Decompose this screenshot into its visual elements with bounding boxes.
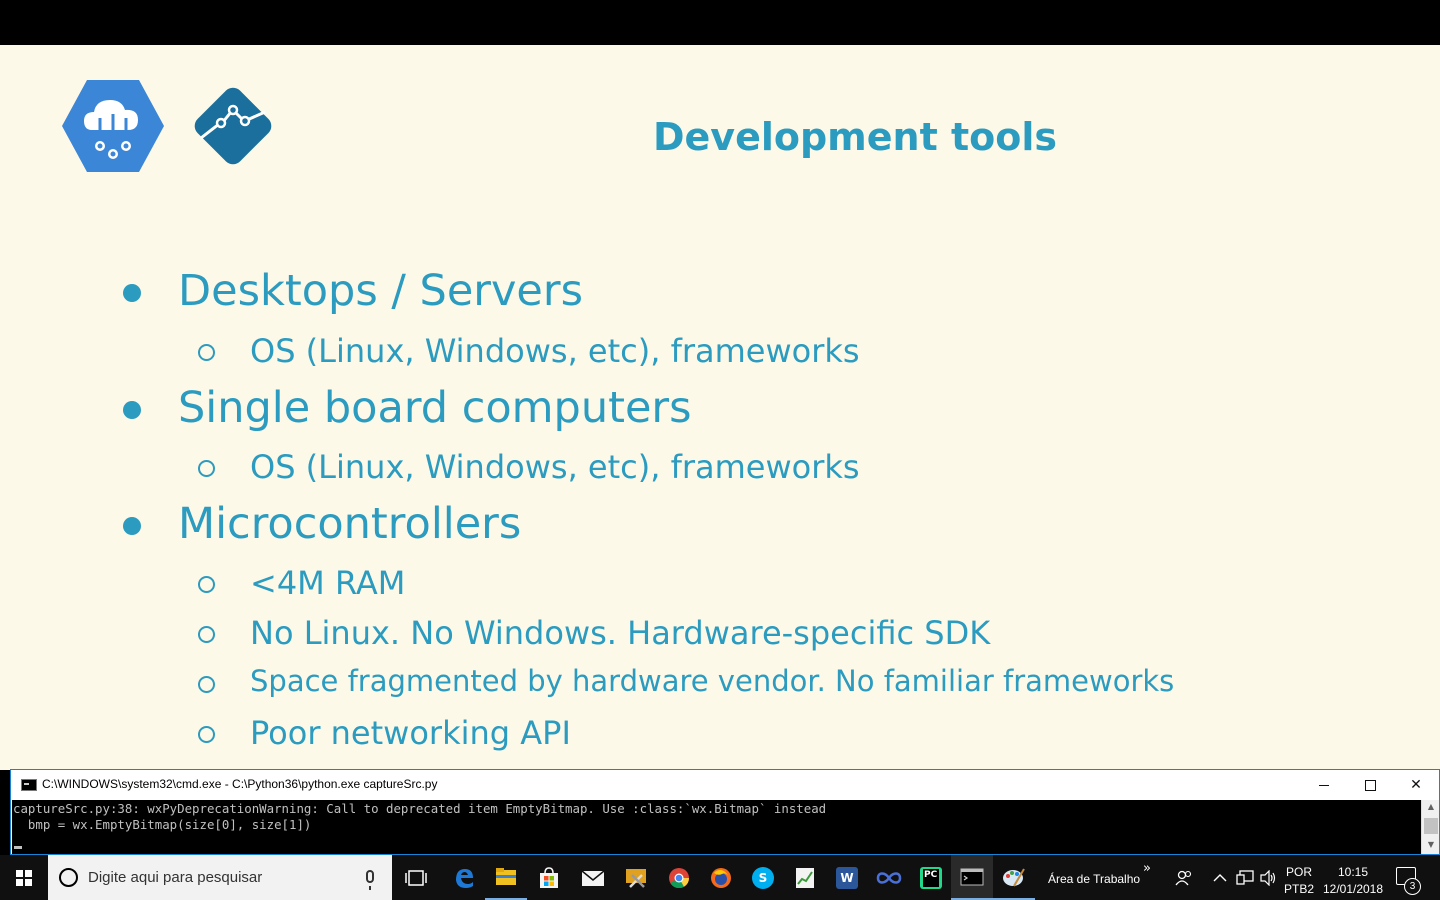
taskbar-app-explorer[interactable] [485, 855, 527, 900]
bullet-circle-icon [198, 726, 215, 743]
cmd-console-output[interactable]: captureSrc.py:38: wxPyDeprecationWarning… [12, 800, 1421, 854]
spreadsheet-icon [796, 867, 814, 888]
chevron-up-icon [1213, 873, 1227, 881]
word-icon: W [836, 866, 858, 889]
taskbar-app-mail[interactable] [572, 855, 614, 900]
taskbar-app-tools[interactable] [615, 855, 657, 900]
vertical-scrollbar[interactable]: ▲ ▼ [1421, 800, 1439, 854]
volume-icon [1260, 869, 1276, 886]
paint-icon [1003, 867, 1025, 887]
taskbar-app-cmd[interactable] [951, 855, 993, 900]
cmd-window-icon[interactable] [21, 779, 37, 791]
iot-connection-diamond-logo [194, 87, 272, 165]
bullet-text: OS (Linux, Windows, etc), frameworks [250, 448, 860, 486]
bullet-circle-icon [198, 676, 215, 693]
taskbar-app-chrome[interactable] [658, 855, 700, 900]
input-language-indicator[interactable]: POR PTB2 [1284, 864, 1314, 898]
mail-icon [581, 869, 605, 886]
slide-title: Development tools [652, 115, 1058, 159]
close-icon: ✕ [1410, 777, 1422, 793]
bullet-circle-icon [198, 460, 215, 477]
bullet-text: Desktops / Servers [178, 266, 583, 316]
cmd-titlebar[interactable]: C:\WINDOWS\system32\cmd.exe - C:\Python3… [11, 770, 1439, 800]
cmd-window-title: C:\WINDOWS\system32\cmd.exe - C:\Python3… [42, 777, 438, 791]
minimize-button[interactable] [1301, 770, 1347, 800]
bullet-circle-icon [198, 576, 215, 593]
chrome-icon [669, 867, 690, 888]
taskbar-app-store[interactable] [528, 855, 570, 900]
bullet-dot-icon [123, 401, 141, 419]
file-explorer-icon [496, 867, 516, 885]
bullet-dot-icon [123, 517, 141, 535]
maximize-button[interactable] [1347, 770, 1393, 800]
taskbar-app-infinity[interactable] [868, 855, 910, 900]
console-cursor [14, 846, 22, 849]
skype-icon: S [752, 866, 774, 889]
microphone-icon[interactable] [366, 870, 374, 890]
network-icon [1236, 869, 1254, 885]
windows-taskbar: Digite aqui para pesquisar S W PC Área d… [0, 855, 1440, 900]
bullet-text: Single board computers [178, 383, 692, 433]
people-button[interactable] [1170, 855, 1198, 900]
taskbar-app-paint[interactable] [993, 855, 1035, 900]
console-line: captureSrc.py:38: wxPyDeprecationWarning… [13, 801, 827, 816]
search-placeholder: Digite aqui para pesquisar [88, 869, 263, 886]
bullet-text: Space fragmented by hardware vendor. No … [250, 664, 1175, 698]
start-button[interactable] [0, 855, 48, 900]
task-view-button[interactable] [395, 855, 437, 900]
cmd-window[interactable]: C:\WINDOWS\system32\cmd.exe - C:\Python3… [10, 769, 1440, 855]
scroll-up-icon[interactable]: ▲ [1426, 802, 1436, 811]
infinity-icon [876, 871, 902, 884]
keyboard-layout: PTB2 [1284, 882, 1315, 896]
firefox-icon [711, 867, 731, 888]
scrollbar-thumb[interactable] [1424, 818, 1438, 834]
pycharm-icon: PC [920, 866, 942, 889]
bullet-text: <4M RAM [250, 564, 406, 602]
volume-button[interactable] [1258, 855, 1280, 900]
cmd-icon [960, 868, 984, 885]
iot-cloud-hexagon-logo [62, 80, 164, 172]
taskbar-app-word[interactable]: W [826, 855, 868, 900]
windows-logo-icon [16, 869, 32, 886]
taskbar-app-spreadsheet[interactable] [784, 855, 826, 900]
bullet-text: OS (Linux, Windows, etc), frameworks [250, 332, 860, 370]
edge-icon [456, 868, 473, 888]
bullet-circle-icon [198, 344, 215, 361]
language-code: POR [1285, 865, 1312, 879]
network-button[interactable] [1234, 855, 1256, 900]
presentation-slide: Development tools Desktops / Servers OS … [0, 45, 1440, 770]
clock-date: 12/01/2018 [1322, 882, 1384, 896]
taskbar-clock[interactable]: 10:15 12/01/2018 [1320, 864, 1386, 898]
top-black-bar [0, 0, 1440, 45]
scroll-down-icon[interactable]: ▼ [1426, 840, 1436, 849]
bullet-text: Microcontrollers [178, 499, 522, 549]
cortana-icon [59, 868, 78, 887]
console-line: bmp = wx.EmptyBitmap(size[0], size[1]) [13, 817, 312, 832]
taskbar-app-edge[interactable] [443, 855, 485, 900]
close-button[interactable]: ✕ [1393, 770, 1439, 800]
tools-icon [626, 868, 646, 888]
toolbar-chevron-icon[interactable]: » [1143, 861, 1151, 876]
show-hidden-icons-button[interactable] [1208, 855, 1232, 900]
bullet-dot-icon [123, 284, 141, 302]
notification-count-badge: 3 [1404, 878, 1421, 895]
desktop-toolbar-label[interactable]: Área de Trabalho [1048, 872, 1140, 886]
taskbar-search-box[interactable]: Digite aqui para pesquisar [48, 855, 392, 900]
taskbar-app-firefox[interactable] [700, 855, 742, 900]
maximize-icon [1364, 779, 1376, 791]
people-icon [1175, 870, 1192, 885]
minimize-icon [1319, 784, 1329, 786]
store-icon [540, 866, 558, 888]
taskbar-app-pycharm[interactable]: PC [910, 855, 952, 900]
taskbar-app-skype[interactable]: S [742, 855, 784, 900]
task-view-icon [405, 869, 427, 886]
bullet-text: Poor networking API [250, 714, 571, 752]
clock-time: 10:15 [1337, 865, 1369, 879]
bullet-text: No Linux. No Windows. Hardware-specific … [250, 614, 991, 652]
bullet-circle-icon [198, 626, 215, 643]
